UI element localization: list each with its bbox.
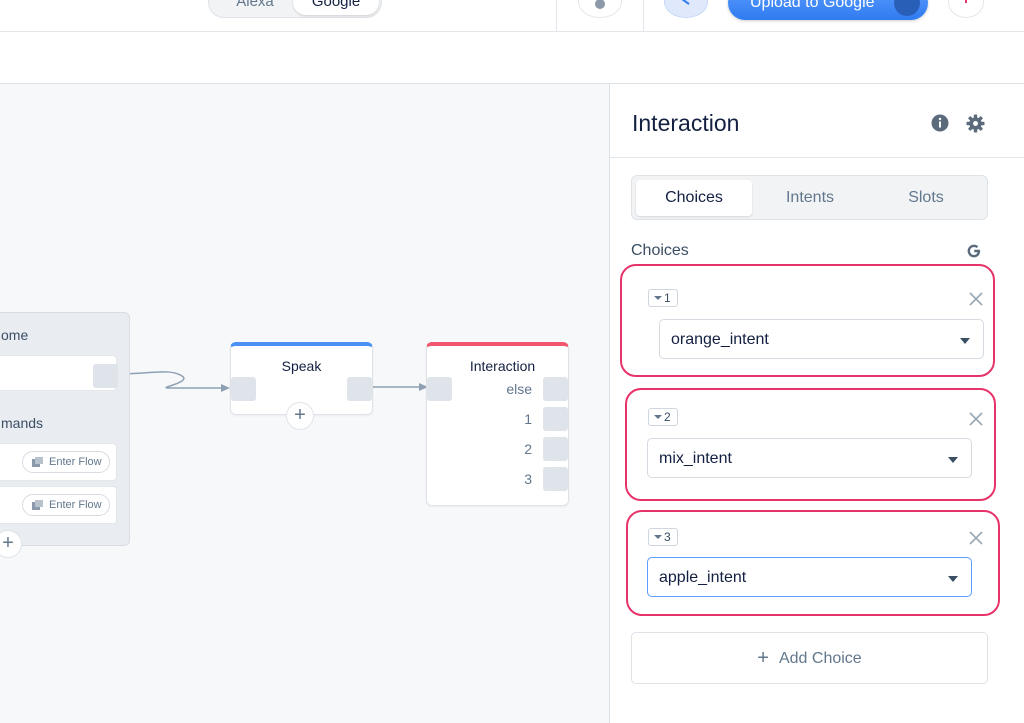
divider [643, 0, 644, 31]
intent-select[interactable]: apple_intent [647, 557, 972, 597]
choice-card: 1 orange_intent [620, 264, 995, 377]
command-row[interactable]: Enter Flow [0, 443, 117, 481]
interaction-node-title: Interaction [469, 358, 536, 374]
google-g-icon [967, 244, 981, 258]
alert-button[interactable] [948, 0, 984, 18]
tab-intents[interactable]: Intents [752, 180, 868, 216]
port-label-else: else [506, 381, 532, 397]
share-button[interactable] [664, 0, 708, 18]
chevron-down-icon [948, 457, 958, 463]
group-label-top: ome [1, 327, 29, 343]
output-port[interactable] [93, 364, 118, 388]
alert-icon [965, 0, 967, 3]
output-port[interactable] [347, 377, 372, 401]
choice-index: 3 [664, 530, 671, 544]
flow-stack-icon [32, 457, 43, 467]
close-icon[interactable] [967, 529, 985, 547]
add-step-button[interactable]: + [286, 402, 314, 430]
edge-arrowhead [221, 384, 230, 392]
port-label-2: 2 [524, 441, 532, 457]
enter-flow-button[interactable]: Enter Flow [22, 451, 110, 473]
add-choice-button[interactable]: + Add Choice [631, 632, 988, 684]
tab-choices[interactable]: Choices [636, 180, 752, 216]
interaction-node[interactable]: Interaction else 1 2 3 [426, 342, 569, 506]
choice-index: 2 [664, 410, 671, 424]
plus-icon: + [757, 647, 769, 669]
intent-select[interactable]: orange_intent [659, 319, 984, 359]
intent-select[interactable]: mix_intent [647, 438, 972, 478]
platform-google-tab[interactable]: Google [293, 0, 379, 15]
info-icon[interactable] [931, 114, 949, 132]
flow-stack-icon [32, 500, 43, 510]
panel-tabs: Choices Intents Slots [631, 175, 988, 220]
choice-index-dropdown[interactable]: 1 [648, 289, 678, 307]
input-port[interactable] [231, 377, 256, 401]
panel-title: Interaction [632, 110, 740, 136]
divider [556, 0, 557, 31]
output-port-3[interactable] [543, 467, 568, 491]
settings-button[interactable] [578, 0, 622, 18]
caret-down-icon [654, 296, 662, 300]
input-port[interactable] [427, 377, 452, 401]
upload-to-google-button[interactable]: Upload to Google [728, 0, 928, 20]
choice-index: 1 [664, 291, 671, 305]
caret-down-icon [654, 415, 662, 419]
caret-down-icon [654, 535, 662, 539]
share-icon [681, 0, 690, 5]
enter-flow-button[interactable]: Enter Flow [22, 494, 110, 516]
add-choice-label: Add Choice [778, 650, 862, 667]
close-icon[interactable] [967, 410, 985, 428]
choice-card: 3 apple_intent [626, 510, 1000, 616]
intent-select-value: apple_intent [659, 569, 747, 586]
edge-group-to-speak [115, 371, 222, 389]
upload-button-label: Upload to Google [750, 0, 875, 11]
enter-flow-label: Enter Flow [49, 499, 102, 511]
tab-slots[interactable]: Slots [868, 180, 984, 216]
panel-header: Interaction [610, 84, 1024, 158]
choice-card: 2 mix_intent [625, 388, 996, 501]
chevron-down-icon [948, 576, 958, 582]
output-port-else[interactable] [543, 377, 568, 401]
command-row[interactable]: Enter Flow [0, 486, 117, 524]
interaction-editor-panel: Interaction Choices Intents Slots Choice… [609, 84, 1024, 723]
group-block[interactable] [0, 355, 118, 391]
output-port-2[interactable] [543, 437, 568, 461]
port-label-1: 1 [524, 411, 532, 427]
choices-section-label: Choices [631, 242, 689, 259]
platform-toggle[interactable]: Alexa Google [208, 0, 382, 18]
intent-select-value: mix_intent [659, 450, 732, 467]
flow-canvas[interactable]: ome mands Enter Flow Enter Flow + Speak … [0, 84, 609, 723]
sub-toolbar [0, 32, 1024, 84]
choice-index-dropdown[interactable]: 2 [648, 408, 678, 426]
group-label-bottom: mands [1, 415, 44, 431]
top-bar: Alexa Google Upload to Google [0, 0, 1024, 32]
port-label-3: 3 [524, 471, 532, 487]
gear-icon[interactable] [966, 114, 985, 133]
speak-node-title: Speak [281, 358, 322, 374]
upload-status-icon [894, 0, 920, 16]
chevron-down-icon [960, 338, 970, 344]
choice-index-dropdown[interactable]: 3 [648, 528, 678, 546]
output-port-1[interactable] [543, 407, 568, 431]
close-icon[interactable] [967, 290, 985, 308]
enter-flow-label: Enter Flow [49, 456, 102, 468]
platform-alexa-tab[interactable]: Alexa [215, 0, 295, 15]
intent-select-value: orange_intent [671, 331, 769, 348]
gear-icon [595, 0, 605, 9]
flow-group[interactable]: ome mands Enter Flow Enter Flow [0, 312, 130, 546]
